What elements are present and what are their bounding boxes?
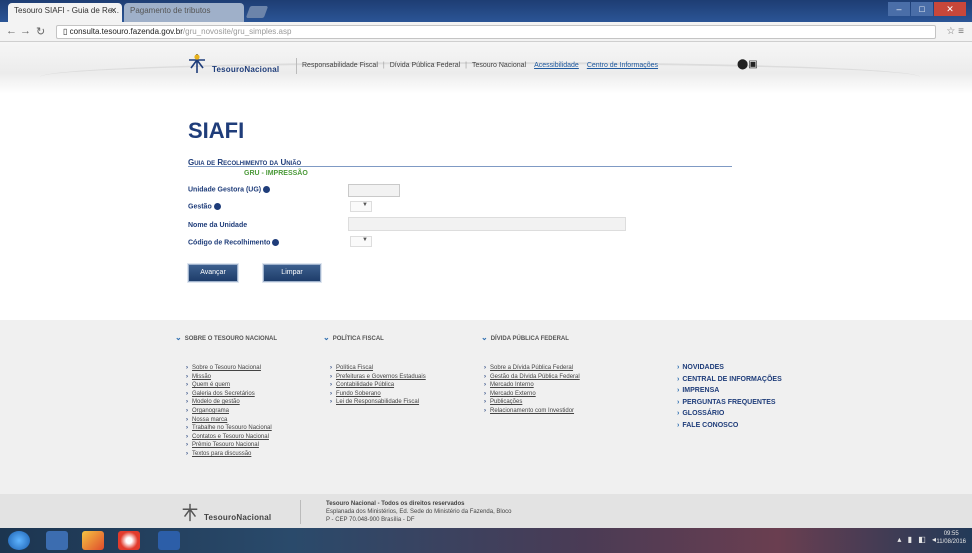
folder-icon[interactable] xyxy=(82,531,104,550)
bookmark-star-icon[interactable]: ☆ ≡ xyxy=(946,26,964,37)
list-item[interactable]: › Mercado Interno xyxy=(484,381,580,390)
list-item[interactable]: › Missão xyxy=(186,373,272,382)
footer-quick-links: › NOVIDADES › CENTRAL DE INFORMAÇÕES › IMPR… xyxy=(677,362,782,431)
browser-tab-inactive[interactable]: Pagamento de tributos xyxy=(124,3,244,22)
taskbar-clock[interactable]: 09:55 11/08/2016 xyxy=(936,530,966,546)
tab-title: Tesouro SIAFI - Guia de Re... xyxy=(14,6,119,15)
chrome-icon[interactable] xyxy=(118,531,140,550)
list-item[interactable]: › Relacionamento com Investidor xyxy=(484,407,580,416)
list-item[interactable]: › Modelo de gestão xyxy=(186,398,272,407)
footer-list-sobre: › Sobre o Tesouro Nacional › Missão › Quem … xyxy=(186,364,272,459)
share-print-icon[interactable]: ⬤▣ xyxy=(737,59,758,70)
list-item[interactable]: › Gestão da Dívida Pública Federal xyxy=(484,373,580,382)
ug-input[interactable] xyxy=(348,184,400,197)
browser-toolbar: ← → ↻ ▯ consulta.tesouro.fazenda.gov.br/… xyxy=(0,22,972,42)
list-item[interactable]: › Prêmio Tesouro Nacional xyxy=(186,441,272,450)
footer-list-divida: › Sobre a Dívida Pública Federal › Gestão … xyxy=(484,364,580,416)
form-subtitle: GRU - IMPRESSÃO xyxy=(244,170,308,177)
window-close-icon[interactable]: ✕ xyxy=(934,2,966,16)
list-item[interactable]: › Sobre o Tesouro Nacional xyxy=(186,364,272,373)
browser-tab-bar: Tesouro SIAFI - Guia de Re... ✕ Pagament… xyxy=(0,0,972,22)
list-item[interactable]: › Publicações xyxy=(484,398,580,407)
info-center-link[interactable]: Centro de Informações xyxy=(587,62,658,69)
page-title: SIAFI xyxy=(188,118,245,143)
list-item[interactable]: › Mercado Externo xyxy=(484,390,580,399)
chevron-down-icon: ⌄ xyxy=(175,333,182,342)
gestao-select[interactable]: ▼ xyxy=(350,201,372,212)
list-item[interactable]: › Sobre a Dívida Pública Federal xyxy=(484,364,580,373)
list-item[interactable]: › Textos para discussão xyxy=(186,450,272,459)
footer-logo: TesouroNacional xyxy=(180,502,271,522)
quick-link-perguntas[interactable]: › PERGUNTAS FREQUENTES xyxy=(677,397,782,409)
ug-label: Unidade Gestora (UG) xyxy=(188,186,271,193)
forward-arrow-icon[interactable]: → xyxy=(20,25,31,37)
clear-button[interactable]: Limpar xyxy=(263,264,321,282)
list-item[interactable]: › Fundo Soberano xyxy=(330,390,426,399)
quick-link-fale-conosco[interactable]: › FALE CONOSCO xyxy=(677,420,782,432)
reload-icon[interactable]: ↻ xyxy=(36,25,45,38)
chevron-down-icon: ⌄ xyxy=(481,333,488,342)
list-item[interactable]: › Lei de Responsabilidade Fiscal xyxy=(330,398,426,407)
advance-button[interactable]: Avançar xyxy=(188,264,238,282)
header-nav: Responsabilidade Fiscal | Dívida Pública… xyxy=(302,62,659,69)
new-tab-button[interactable] xyxy=(245,6,269,18)
footer-divider xyxy=(300,500,301,524)
browser-tab-active[interactable]: Tesouro SIAFI - Guia de Re... ✕ xyxy=(8,3,122,22)
logo-text: TesouroNacional xyxy=(212,65,280,74)
list-item[interactable]: › Nossa marca xyxy=(186,416,272,425)
tab-title: Pagamento de tributos xyxy=(130,6,211,15)
close-tab-icon[interactable]: ✕ xyxy=(110,6,117,15)
footer-address: Tesouro Nacional - Todos os direitos res… xyxy=(326,501,512,523)
window-controls: – □ ✕ xyxy=(888,2,966,16)
quick-link-glossario[interactable]: › GLOSSÁRIO xyxy=(677,408,782,420)
taskbar-app-icon[interactable] xyxy=(46,531,68,550)
codigo-label: Código de Recolhimento xyxy=(188,239,280,246)
address-bar[interactable]: ▯ consulta.tesouro.fazenda.gov.br/gru_no… xyxy=(56,25,936,39)
system-tray-icons[interactable]: ▴ ▮ ◧ ◂ xyxy=(897,535,938,544)
list-item[interactable]: › Organograma xyxy=(186,407,272,416)
footer-list-politica: › Política Fiscal › Prefeituras e Governos… xyxy=(330,364,426,407)
chevron-down-icon: ⌄ xyxy=(323,333,330,342)
codigo-select[interactable]: ▼ xyxy=(350,236,372,247)
list-item[interactable]: › Galeria dos Secretários xyxy=(186,390,272,399)
nome-unidade-label: Nome da Unidade xyxy=(188,222,248,229)
maximize-icon[interactable]: □ xyxy=(911,2,933,16)
minimize-icon[interactable]: – xyxy=(888,2,910,16)
header-divider xyxy=(296,58,297,74)
quick-link-central[interactable]: › CENTRAL DE INFORMAÇÕES xyxy=(677,374,782,386)
start-button-icon[interactable] xyxy=(8,531,30,550)
footer-heading-politica[interactable]: ⌄ POLÍTICA FISCAL xyxy=(323,333,384,342)
list-item[interactable]: › Contatos e Tesouro Nacional xyxy=(186,433,272,442)
help-icon[interactable] xyxy=(272,239,280,246)
accessibility-link[interactable]: Acessibilidade xyxy=(534,62,579,69)
tesouro-logo[interactable]: TesouroNacional xyxy=(186,52,279,74)
form-divider xyxy=(188,166,732,167)
tesouro-star-icon xyxy=(189,54,205,73)
list-item[interactable]: › Trabalhe no Tesouro Nacional xyxy=(186,424,272,433)
quick-link-novidades[interactable]: › NOVIDADES xyxy=(677,362,782,374)
list-item[interactable]: › Quem é quem xyxy=(186,381,272,390)
footer-heading-sobre[interactable]: ⌄ SOBRE O TESOURO NACIONAL xyxy=(175,333,277,342)
help-icon[interactable] xyxy=(263,186,271,193)
url-host: consulta.tesouro.fazenda.gov.br xyxy=(69,27,183,36)
page-icon: ▯ xyxy=(63,27,70,36)
footer-heading-divida[interactable]: ⌄ DÍVIDA PÚBLICA FEDERAL xyxy=(481,333,569,342)
nav-link-tesouro[interactable]: Tesouro Nacional xyxy=(472,62,526,69)
list-item[interactable]: › Prefeituras e Governos Estaduais xyxy=(330,373,426,382)
gestao-label: Gestão xyxy=(188,203,221,210)
word-icon[interactable] xyxy=(158,531,180,550)
list-item[interactable]: › Contabilidade Pública xyxy=(330,381,426,390)
nome-unidade-field xyxy=(348,217,626,231)
help-icon[interactable] xyxy=(213,203,221,210)
nav-link-responsabilidade[interactable]: Responsabilidade Fiscal xyxy=(302,62,378,69)
footer-logo-text: TesouroNacional xyxy=(204,513,272,522)
quick-link-imprensa[interactable]: › IMPRENSA xyxy=(677,385,782,397)
nav-link-divida[interactable]: Dívida Pública Federal xyxy=(390,62,460,69)
back-arrow-icon[interactable]: ← xyxy=(6,25,17,37)
list-item[interactable]: › Política Fiscal xyxy=(330,364,426,373)
tesouro-star-icon xyxy=(182,503,198,522)
windows-taskbar xyxy=(0,528,972,553)
url-path: /gru_novosite/gru_simples.asp xyxy=(182,27,292,36)
